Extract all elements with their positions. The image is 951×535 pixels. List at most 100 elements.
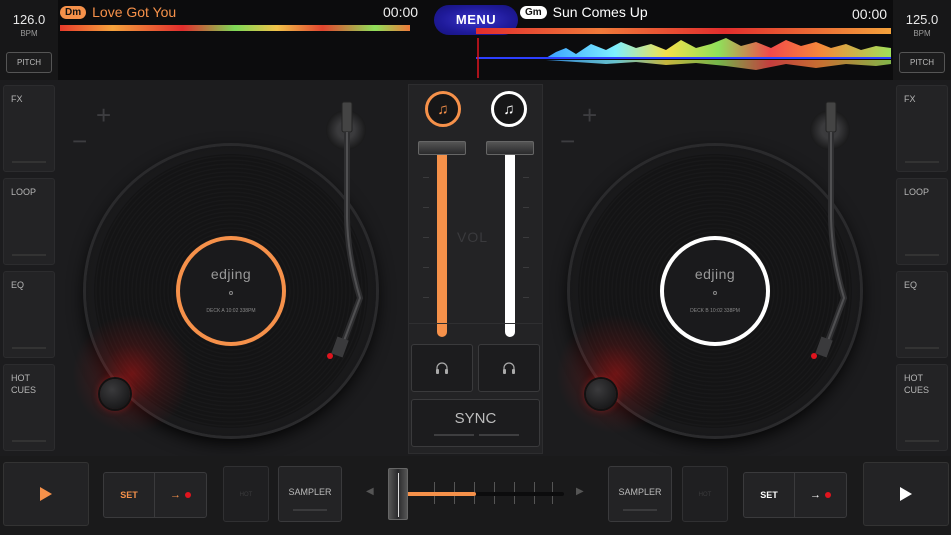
play-icon (40, 487, 52, 501)
deck-b-turntable-area: + − edjing DECK B 10:02 338PM (552, 84, 874, 449)
deck-b-track-title: Sun Comes Up (552, 4, 648, 20)
deck-b-play-button[interactable] (863, 462, 949, 526)
fx-label: FX (904, 94, 916, 104)
deck-b-bpm-unit: BPM (913, 29, 931, 38)
sampler-label: SAMPLER (288, 487, 332, 497)
deck-b-waveform[interactable] (476, 24, 891, 78)
deck-a-hot-cues-button[interactable]: HOT CUES (3, 364, 55, 451)
deck-b-cue-set-group: SET → (743, 472, 847, 518)
deck-b-key-badge: Gm (520, 5, 547, 19)
fader-tick (423, 297, 429, 298)
deck-a-fx-button[interactable]: FX (3, 85, 55, 172)
divider (12, 161, 46, 163)
divider (293, 509, 327, 511)
deck-a-volume-fader-track[interactable] (437, 147, 447, 337)
eq-label: EQ (11, 280, 25, 290)
deck-a-loop-button[interactable]: LOOP (3, 178, 55, 265)
deck-b-label-text: DECK B 10:02 338PM (690, 308, 740, 314)
divider (12, 440, 46, 442)
deck-a-set-button[interactable]: SET (104, 473, 156, 517)
vol-label: VOL (457, 229, 489, 245)
deck-a-key-badge: Dm (60, 5, 87, 19)
fx-label: FX (11, 94, 23, 104)
deck-a-cue-set-group: SET → (103, 472, 207, 518)
sync-indicator-b (479, 434, 519, 436)
deck-b-time: 00:00 (852, 6, 888, 22)
app-root: 126.0 BPM PITCH Dm Love Got You 00:00 ME… (0, 0, 951, 535)
deck-b-pitch-knob[interactable] (586, 379, 616, 409)
deck-a-pitch-button[interactable]: PITCH (6, 52, 52, 73)
divider (905, 254, 939, 256)
divider (623, 509, 657, 511)
deck-a-track-title: Love Got You (92, 4, 177, 20)
spindle-icon (713, 291, 717, 295)
deck-a-bpm-value: 126.0 (12, 12, 46, 27)
fader-tick (423, 237, 429, 238)
deck-a-zoom-in-icon[interactable]: + (96, 100, 111, 131)
deck-b-fx-button[interactable]: FX (896, 85, 948, 172)
hot-cues-label: HOT CUES (904, 373, 930, 395)
eq-label: EQ (904, 280, 918, 290)
deck-a-label-text: DECK A 10:02 338PM (206, 308, 256, 314)
deck-b-tonearm-icon[interactable] (796, 98, 866, 368)
top-bar: 126.0 BPM PITCH Dm Love Got You 00:00 ME… (0, 0, 951, 80)
deck-b-glow (556, 314, 676, 434)
headphones-icon (503, 362, 515, 374)
crossfader-handle[interactable] (388, 468, 408, 520)
deck-b-record-label: edjing DECK B 10:02 338PM (660, 236, 770, 346)
deck-a-play-button[interactable] (3, 462, 89, 526)
crossfader-right-arrow-icon[interactable]: ▶ (576, 486, 584, 497)
deck-a-sampler-button[interactable]: SAMPLER (278, 466, 342, 522)
deck-b-eq-button[interactable]: EQ (896, 271, 948, 358)
deck-a-eq-button[interactable]: EQ (3, 271, 55, 358)
deck-a-headphones-button[interactable] (411, 344, 473, 392)
crossfader-track[interactable] (388, 492, 564, 496)
deck-b-volume-fader-handle[interactable] (486, 141, 534, 155)
deck-b-bpm-value: 125.0 (905, 12, 939, 27)
crossfader-fill (398, 492, 476, 496)
deck-a-record-label: edjing DECK A 10:02 338PM (176, 236, 286, 346)
crossfader[interactable]: ◀ ▶ (364, 466, 590, 522)
deck-a-zoom-out-icon[interactable]: − (72, 126, 87, 157)
deck-a-pitch-knob[interactable] (100, 379, 130, 409)
deck-b-pitch-button[interactable]: PITCH (899, 52, 945, 73)
deck-a-record-cue-button[interactable]: → (155, 473, 206, 517)
divider (12, 347, 46, 349)
deck-a-volume-fader-handle[interactable] (418, 141, 466, 155)
deck-a-turntable-area: + − edjing DECK A 10:02 338PM (62, 84, 384, 449)
deck-b-hot-cues-button[interactable]: HOT CUES (896, 364, 948, 451)
headphones-icon (436, 362, 448, 374)
deck-b-headphones-button[interactable] (478, 344, 540, 392)
deck-b-hot-button[interactable]: HOT (682, 466, 728, 522)
deck-b-set-button[interactable]: SET (744, 473, 796, 517)
record-dot-icon (185, 492, 191, 498)
deck-b-edjing-logo: edjing (694, 266, 736, 282)
deck-b-music-note-icon[interactable]: ♫ (491, 91, 527, 127)
deck-a-hot-button[interactable]: HOT (223, 466, 269, 522)
deck-b-volume-fader-track[interactable] (505, 147, 515, 337)
deck-b-zoom-out-icon[interactable]: − (560, 126, 575, 157)
sync-indicator-a (434, 434, 474, 436)
mixer-panel: ♫ ♫ VOL SYNC (408, 84, 543, 454)
divider (12, 254, 46, 256)
crossfader-left-arrow-icon[interactable]: ◀ (366, 486, 374, 497)
fader-tick (423, 267, 429, 268)
deck-b-record-cue-button[interactable]: → (795, 473, 846, 517)
fader-tick (423, 207, 429, 208)
deck-b-zoom-in-icon[interactable]: + (582, 100, 597, 131)
deck-a-tonearm-icon[interactable] (312, 98, 382, 368)
loop-label: LOOP (11, 187, 37, 197)
sync-button[interactable]: SYNC (411, 399, 540, 447)
deck-b-loop-button[interactable]: LOOP (896, 178, 948, 265)
deck-a-bpm-unit: BPM (20, 29, 38, 38)
deck-b-sampler-button[interactable]: SAMPLER (608, 466, 672, 522)
fader-tick (523, 267, 529, 268)
hot-cues-label: HOT CUES (11, 373, 37, 395)
deck-a-music-note-icon[interactable]: ♫ (425, 91, 461, 127)
fader-tick (523, 177, 529, 178)
divider (409, 323, 542, 324)
deck-a-waveform[interactable] (60, 24, 420, 32)
fader-tick (523, 297, 529, 298)
arrow-right-icon: → (810, 489, 821, 501)
spindle-icon (229, 291, 233, 295)
